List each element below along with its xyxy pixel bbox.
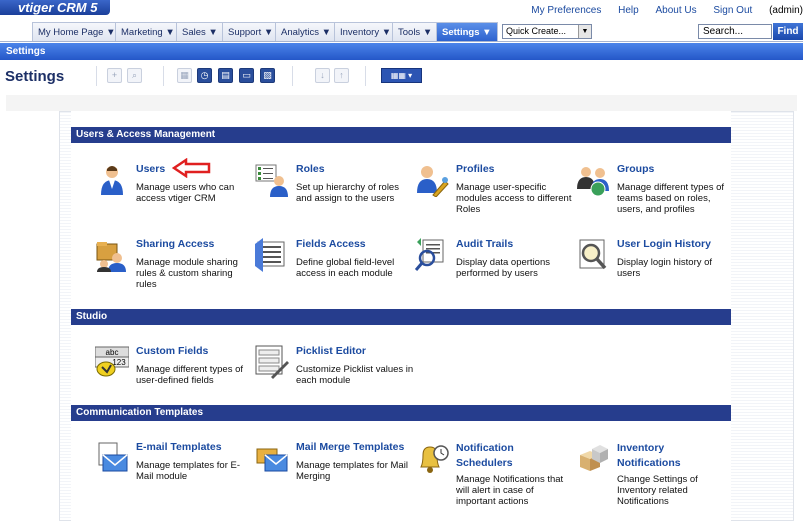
fields-access-icon bbox=[255, 238, 285, 272]
tab-settings[interactable]: Settings ▼ bbox=[436, 22, 498, 41]
content-band bbox=[6, 95, 797, 111]
custom-fields-desc: Manage different types of user-defined f… bbox=[136, 364, 244, 386]
search-icon[interactable]: ⌕ bbox=[127, 68, 142, 83]
picklist-editor-title[interactable]: Picklist Editor bbox=[296, 345, 366, 357]
audit-trails-title[interactable]: Audit Trails bbox=[456, 238, 513, 250]
clock-icon[interactable]: ◷ bbox=[197, 68, 212, 83]
profiles-icon bbox=[417, 166, 449, 197]
sign-out-link[interactable]: Sign Out bbox=[713, 5, 752, 16]
inventory-notifications-desc: Change Settings of Inventory related Not… bbox=[617, 474, 698, 507]
roles-title[interactable]: Roles bbox=[296, 163, 325, 175]
users-desc: Manage users who can access vtiger CRM bbox=[136, 182, 235, 204]
sharing-access-title[interactable]: Sharing Access bbox=[136, 238, 214, 250]
logo-text: vtiger CRM 5 bbox=[18, 0, 98, 15]
section-communication-templates: Communication Templates bbox=[71, 405, 731, 421]
email-templates-icon bbox=[98, 442, 128, 472]
current-user: (admin) bbox=[769, 5, 803, 16]
help-link[interactable]: Help bbox=[618, 5, 639, 16]
page-title: Settings bbox=[5, 68, 65, 85]
custom-fields-icon: abc 123 bbox=[95, 346, 129, 377]
login-history-icon bbox=[579, 239, 607, 270]
export-icon[interactable]: ↑ bbox=[334, 68, 349, 83]
groups-desc: Manage different types of teams based on… bbox=[617, 182, 725, 215]
import-icon[interactable]: ↓ bbox=[315, 68, 330, 83]
tab-tools[interactable]: Tools ▼ bbox=[392, 22, 439, 41]
bell-clock-icon bbox=[420, 445, 449, 473]
section-users-access: Users & Access Management bbox=[71, 127, 731, 143]
user-login-history-title[interactable]: User Login History bbox=[617, 238, 711, 250]
inventory-boxes-icon bbox=[580, 445, 608, 471]
toolbar-divider bbox=[365, 66, 366, 86]
about-us-link[interactable]: About Us bbox=[655, 5, 696, 16]
tab-marketing[interactable]: Marketing ▼ bbox=[115, 22, 181, 41]
roles-desc: Set up hierarchy of roles and assign to … bbox=[296, 182, 399, 204]
svg-text:abc: abc bbox=[106, 348, 119, 357]
view-menu-button[interactable]: ▦▦ ▾ bbox=[381, 68, 422, 83]
users-title[interactable]: Users bbox=[136, 163, 165, 175]
email-templates-desc: Manage templates for E-Mail module bbox=[136, 460, 241, 482]
picklist-editor-icon bbox=[255, 345, 289, 379]
user-icon bbox=[101, 166, 123, 195]
roles-icon bbox=[255, 164, 288, 197]
audit-trails-desc: Display data opertions performed by user… bbox=[456, 257, 550, 279]
mail-merge-templates-title[interactable]: Mail Merge Templates bbox=[296, 441, 404, 453]
email-templates-title[interactable]: E-mail Templates bbox=[136, 441, 222, 453]
top-header: vtiger CRM 5 My Preferences Help About U… bbox=[0, 0, 803, 22]
profiles-title[interactable]: Profiles bbox=[456, 163, 495, 175]
fields-access-desc: Define global field-level access in each… bbox=[296, 257, 395, 279]
tab-support[interactable]: Support ▼ bbox=[222, 22, 280, 41]
sharing-access-desc: Manage module sharing rules & custom sha… bbox=[136, 257, 238, 290]
tab-sales[interactable]: Sales ▼ bbox=[176, 22, 224, 41]
vtiger-logo[interactable]: vtiger CRM 5 bbox=[0, 0, 110, 15]
user-login-history-desc: Display login history of users bbox=[617, 257, 713, 279]
quick-create-select[interactable]: Quick Create... ▼ bbox=[502, 24, 592, 39]
chevron-down-icon[interactable]: ▼ bbox=[578, 25, 591, 38]
mail-merge-templates-desc: Manage templates for Mail Merging bbox=[296, 460, 408, 482]
main-menu: My Home Page ▼ Marketing ▼ Sales ▼ Suppo… bbox=[0, 22, 803, 42]
my-preferences-link[interactable]: My Preferences bbox=[531, 5, 601, 16]
toolbar-divider bbox=[292, 66, 293, 86]
tab-my-home-page[interactable]: My Home Page ▼ bbox=[32, 22, 122, 41]
toolbar-divider bbox=[96, 66, 97, 86]
custom-fields-title[interactable]: Custom Fields bbox=[136, 345, 208, 357]
profiles-desc: Manage user-specific modules access to d… bbox=[456, 182, 572, 215]
groups-icon bbox=[577, 167, 609, 197]
quick-create-value: Quick Create... bbox=[506, 26, 567, 36]
settings-bar[interactable]: Settings bbox=[0, 43, 803, 60]
chat-icon[interactable]: ▭ bbox=[239, 68, 254, 83]
tab-analytics[interactable]: Analytics ▼ bbox=[275, 22, 338, 41]
section-studio: Studio bbox=[71, 309, 731, 325]
find-button[interactable]: Find bbox=[773, 23, 803, 40]
tab-inventory[interactable]: Inventory ▼ bbox=[334, 22, 398, 41]
groups-title[interactable]: Groups bbox=[617, 163, 654, 175]
clipboard-icon[interactable]: ▧ bbox=[260, 68, 275, 83]
notification-schedulers-title[interactable]: Notification Schedulers bbox=[456, 441, 566, 471]
calculator-icon[interactable]: ▤ bbox=[218, 68, 233, 83]
inventory-notifications-title[interactable]: Inventory Notifications bbox=[617, 441, 727, 471]
mail-merge-icon bbox=[256, 448, 288, 472]
sharing-access-icon bbox=[96, 242, 126, 272]
search-input[interactable]: Search... bbox=[698, 24, 772, 39]
audit-trails-icon bbox=[415, 238, 444, 271]
notification-schedulers-desc: Manage Notifications that will alert in … bbox=[456, 474, 564, 507]
toolbar-divider bbox=[163, 66, 164, 86]
fields-access-title[interactable]: Fields Access bbox=[296, 238, 366, 250]
calendar-icon[interactable]: ▦ bbox=[177, 68, 192, 83]
picklist-editor-desc: Customize Picklist values in each module bbox=[296, 364, 414, 386]
top-links: My Preferences Help About Us Sign Out (a… bbox=[517, 5, 803, 16]
add-icon[interactable]: + bbox=[107, 68, 122, 83]
red-arrow-icon bbox=[172, 158, 211, 178]
